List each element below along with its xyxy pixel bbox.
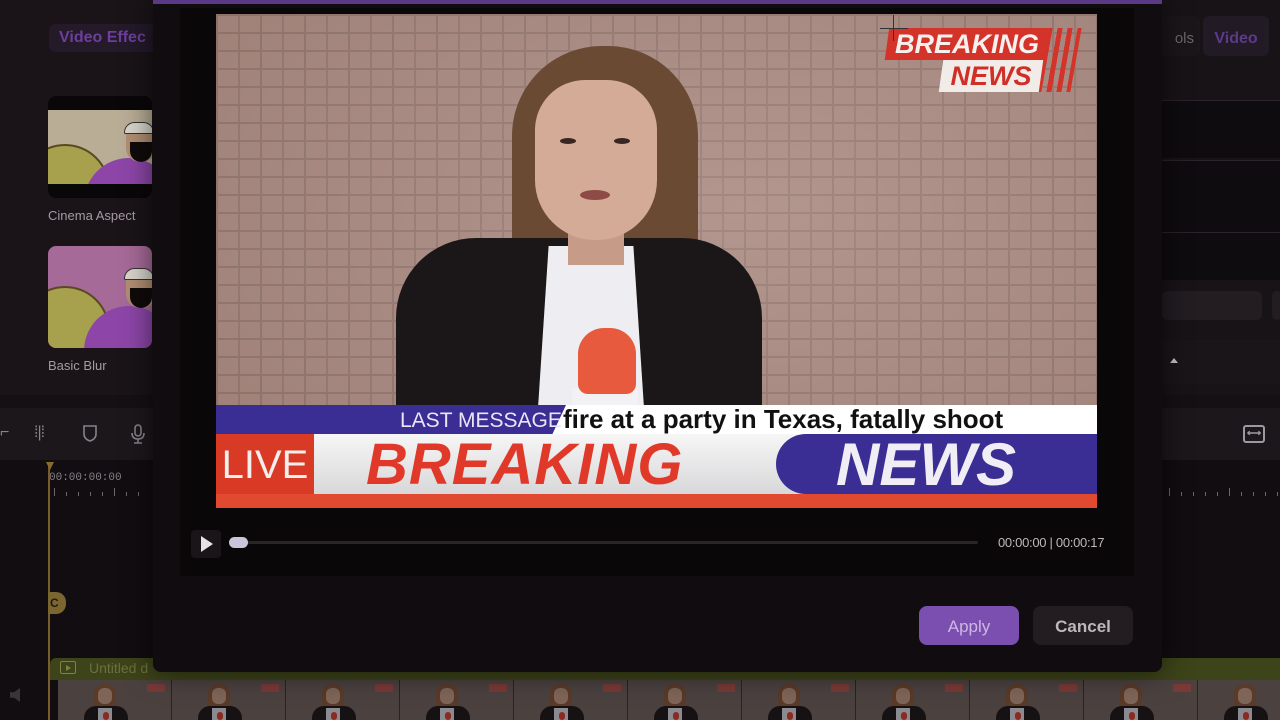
tab-video-effects[interactable]: Video Effec: [49, 24, 159, 52]
logo-news-text: NEWS: [950, 61, 1032, 91]
collapsible-section-header[interactable]: [1162, 340, 1280, 384]
seek-handle[interactable]: [229, 537, 248, 548]
lower-third-bottom-stripe: [216, 494, 1097, 508]
crosshair-icon: [893, 15, 894, 41]
breaking-news-logo-top: BREAKING: [884, 28, 1050, 60]
clip-frame: [1084, 680, 1198, 720]
ruler-tick: [102, 492, 103, 496]
reporter-face: [535, 80, 657, 240]
properties-section: [1162, 160, 1280, 232]
ruler-tick: [1229, 488, 1230, 496]
timeline-ruler[interactable]: [1165, 488, 1280, 496]
ruler-tick: [138, 492, 139, 496]
logo-breaking-text: BREAKING: [894, 29, 1039, 59]
timeline-timecode: 00:00:00:00: [49, 472, 122, 484]
video-clip-thumbnails[interactable]: [58, 680, 1280, 720]
ruler-tick: [90, 492, 91, 496]
ruler-tick: [1253, 492, 1254, 496]
ruler-tick: [1169, 488, 1170, 496]
clip-frame: [58, 680, 172, 720]
effect-label: Basic Blur: [48, 358, 107, 373]
shield-icon[interactable]: [82, 424, 98, 447]
seek-bar[interactable]: [232, 541, 978, 544]
caret-up-icon: [1170, 358, 1178, 363]
ruler-tick: [1241, 492, 1242, 496]
breaking-label: BREAKING: [366, 432, 684, 497]
video-editor-app: Video Effec Cinema Aspect Basic Blur ⌐ ⁞…: [0, 0, 1280, 720]
ruler-tick: [1217, 492, 1218, 496]
properties-section: [1162, 232, 1280, 280]
ticker-text: fire at a party in Texas, fatally shoot: [563, 404, 1004, 434]
ruler-tick: [66, 492, 67, 496]
crosshair-icon: [880, 28, 908, 29]
ruler-tick: [1265, 492, 1266, 496]
breaking-news-logo-bottom: NEWS: [938, 60, 1044, 92]
ruler-tick: [126, 492, 127, 496]
clip-frame: [286, 680, 400, 720]
ruler-tick: [1277, 492, 1278, 496]
clip-frame: [856, 680, 970, 720]
property-input[interactable]: [1162, 291, 1262, 320]
clip-frame: [742, 680, 856, 720]
clip-frame: [1198, 680, 1280, 720]
news-label: NEWS: [836, 431, 1016, 498]
ruler-tick: [54, 488, 55, 496]
dialog-top-accent: [153, 0, 1162, 4]
ruler-tick: [1205, 492, 1206, 496]
total-duration: 00:00:17: [1055, 535, 1105, 550]
crop-icon[interactable]: ⌐: [0, 424, 9, 442]
microphone-foam: [578, 328, 636, 394]
playhead-marker[interactable]: C: [48, 592, 66, 614]
tab-video[interactable]: Video: [1203, 16, 1269, 56]
reporter-eye: [560, 138, 576, 144]
cancel-button[interactable]: Cancel: [1033, 606, 1133, 645]
effect-thumbnail: [48, 96, 152, 198]
current-time: 00:00:00: [998, 535, 1047, 550]
effect-thumbnail: [48, 246, 152, 348]
live-label: LIVE: [221, 443, 309, 487]
property-input[interactable]: [1272, 291, 1280, 320]
clip-frame: [514, 680, 628, 720]
reporter-mouth: [580, 190, 610, 200]
clip-frame: [970, 680, 1084, 720]
effect-card-cinema-aspect[interactable]: Cinema Aspect: [48, 96, 152, 223]
properties-section: [1162, 100, 1280, 158]
ruler-tick: [114, 488, 115, 496]
track-title: Untitled d: [89, 660, 149, 676]
ruler-tick: [1193, 492, 1194, 496]
clip-frame: [400, 680, 514, 720]
apply-button[interactable]: Apply: [919, 606, 1019, 645]
play-button[interactable]: [191, 530, 221, 558]
ruler-tick: [1181, 492, 1182, 496]
ruler-tick: [78, 492, 79, 496]
reporter-eye: [614, 138, 630, 144]
timeline-ruler[interactable]: [50, 488, 150, 496]
time-readout: 00:00:00 | 00:00:17: [998, 535, 1104, 550]
last-message-label: LAST MESSAGE: [400, 409, 562, 432]
video-clip-icon: [60, 661, 76, 674]
effect-label: Cinema Aspect: [48, 208, 136, 223]
split-icon[interactable]: ⁞|⁞: [34, 424, 45, 442]
effect-card-basic-blur[interactable]: Basic Blur: [48, 246, 152, 373]
clip-frame: [628, 680, 742, 720]
time-separator: |: [1049, 535, 1053, 550]
fit-to-screen-icon[interactable]: ⟷: [1243, 425, 1265, 443]
microphone-icon[interactable]: [130, 424, 146, 449]
clip-frame: [172, 680, 286, 720]
